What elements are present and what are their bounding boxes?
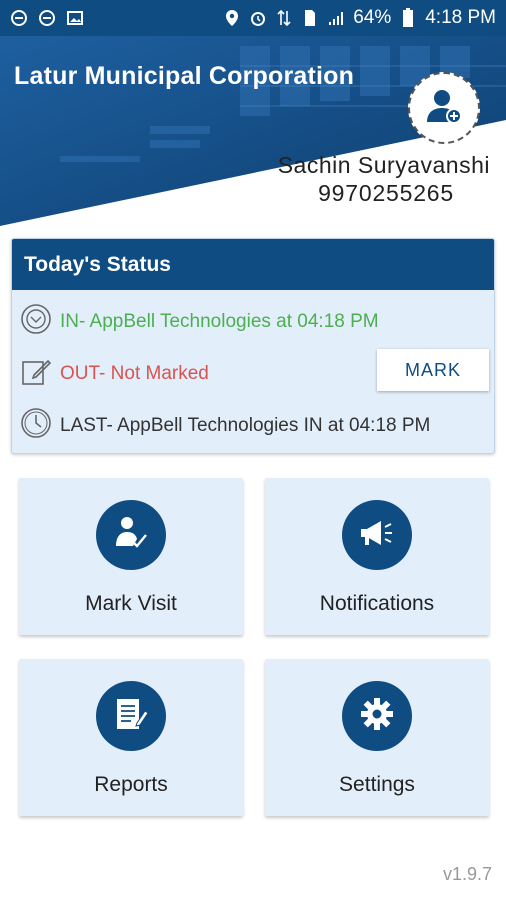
user-phone: 9970255265	[318, 180, 454, 206]
settings-label: Settings	[339, 773, 415, 796]
app-version: v1.9.7	[442, 864, 492, 884]
status-last-row: LAST- AppBell Technologies IN at 04:18 P…	[20, 407, 430, 445]
mark-visit-icon	[112, 514, 150, 557]
notifications-label: Notifications	[319, 592, 435, 615]
check-in-icon	[20, 303, 52, 341]
notifications-tile[interactable]: Notifications	[265, 478, 489, 635]
megaphone-icon	[357, 515, 397, 556]
add-user-icon	[424, 86, 464, 131]
status-card-title: Today's Status	[12, 239, 494, 290]
status-in-row: IN- AppBell Technologies at 04:18 PM	[20, 303, 379, 341]
status-last-text: LAST- AppBell Technologies IN at 04:18 P…	[60, 415, 431, 436]
battery-icon	[399, 8, 417, 27]
app-screen: 64% 4:18 PM Latur Municipal Corporation …	[0, 0, 506, 900]
header: Latur Municipal Corporation Sachin Surya…	[0, 36, 506, 226]
notification-e-icon	[10, 9, 28, 27]
status-out-text: OUT- Not Marked	[60, 363, 209, 384]
signal-icon	[327, 9, 345, 27]
gear-icon	[359, 696, 395, 737]
data-icon	[275, 9, 293, 27]
status-out-row: OUT- Not Marked	[20, 355, 209, 393]
settings-circle	[342, 681, 412, 751]
image-icon	[66, 9, 84, 27]
avatar[interactable]	[408, 72, 480, 144]
location-icon	[223, 9, 241, 27]
battery-percent: 64%	[353, 7, 392, 28]
reports-tile[interactable]: Reports	[19, 659, 243, 816]
mark-button[interactable]: MARK	[377, 349, 489, 391]
reports-label: Reports	[94, 773, 168, 796]
reports-circle	[96, 681, 166, 751]
edit-icon	[20, 355, 52, 393]
notifications-circle	[342, 500, 412, 570]
mark-visit-label: Mark Visit	[85, 592, 177, 615]
user-name: Sachin Suryavanshi	[277, 152, 490, 178]
clock-icon	[20, 407, 52, 445]
status-bar: 64% 4:18 PM	[0, 0, 506, 36]
report-icon	[113, 695, 149, 738]
sim-icon	[301, 9, 319, 27]
status-in-text: IN- AppBell Technologies at 04:18 PM	[60, 311, 379, 332]
alarm-icon	[249, 9, 267, 27]
clock: 4:18 PM	[425, 7, 496, 28]
mark-visit-tile[interactable]: Mark Visit	[19, 478, 243, 635]
mark-visit-circle	[96, 500, 166, 570]
settings-tile[interactable]: Settings	[265, 659, 489, 816]
todays-status-card: Today's Status IN- AppBell Technologies …	[11, 238, 495, 454]
organization-title: Latur Municipal Corporation	[14, 62, 355, 90]
notification-e-icon	[38, 9, 56, 27]
